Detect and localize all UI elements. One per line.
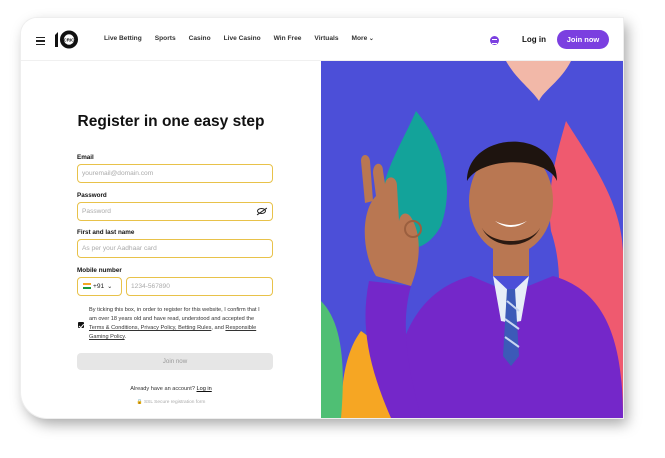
browser-frame: CRIC Live Betting Sports Casino Live Cas…: [21, 18, 623, 418]
already-account: Already have an account? Log in: [130, 386, 212, 392]
india-flag-icon: [83, 283, 91, 290]
secure-note: 🔒 SSL Secure registration form: [136, 400, 206, 405]
chat-icon[interactable]: [490, 36, 499, 45]
country-code-select[interactable]: +91 ⌄: [77, 277, 122, 296]
main-nav: Live Betting Sports Casino Live Casino W…: [104, 35, 387, 42]
password-placeholder: Password: [82, 208, 111, 215]
mobile-label: Mobile number: [77, 267, 122, 274]
consent-text: By ticking this box, in order to registe…: [89, 307, 260, 340]
nav-virtuals[interactable]: Virtuals: [314, 35, 338, 42]
email-label: Email: [77, 154, 94, 161]
registration-form: Register in one easy step Email youremai…: [21, 61, 321, 418]
password-field[interactable]: Password: [77, 202, 273, 221]
country-code-value: +91: [93, 283, 105, 290]
menu-icon[interactable]: [36, 37, 45, 47]
name-label: First and last name: [77, 229, 135, 236]
email-field[interactable]: youremail@domain.com: [77, 164, 273, 183]
nav-live-casino[interactable]: Live Casino: [224, 35, 261, 42]
checkbox-checked-icon[interactable]: [78, 322, 84, 328]
nav-more[interactable]: More: [352, 35, 374, 42]
nav-casino[interactable]: Casino: [189, 35, 211, 42]
svg-text:CRIC: CRIC: [64, 38, 76, 43]
join-now-button[interactable]: Join now: [77, 353, 273, 370]
chevron-down-icon: ⌄: [107, 284, 113, 290]
hero-illustration: [321, 61, 623, 418]
header-join-button[interactable]: Join now: [557, 30, 609, 49]
terms-link[interactable]: Terms & Conditions, Privacy Policy, Bett…: [89, 325, 211, 331]
header-login-link[interactable]: Log in: [522, 35, 546, 44]
10cric-logo[interactable]: CRIC: [54, 30, 79, 49]
login-link[interactable]: Log in: [197, 386, 212, 392]
full-name-field[interactable]: As per your Aadhaar card: [77, 239, 273, 258]
nav-live-betting[interactable]: Live Betting: [104, 35, 142, 42]
nav-win-free[interactable]: Win Free: [274, 35, 302, 42]
hero-image: [321, 61, 623, 418]
page-title: Register in one easy step: [77, 113, 265, 130]
top-header: CRIC Live Betting Sports Casino Live Cas…: [21, 18, 623, 61]
mobile-number-field[interactable]: 1234-567890: [126, 277, 273, 296]
nav-sports[interactable]: Sports: [155, 35, 176, 42]
lock-icon: 🔒: [136, 400, 143, 405]
password-label: Password: [77, 192, 107, 199]
eye-off-icon[interactable]: [257, 208, 266, 214]
